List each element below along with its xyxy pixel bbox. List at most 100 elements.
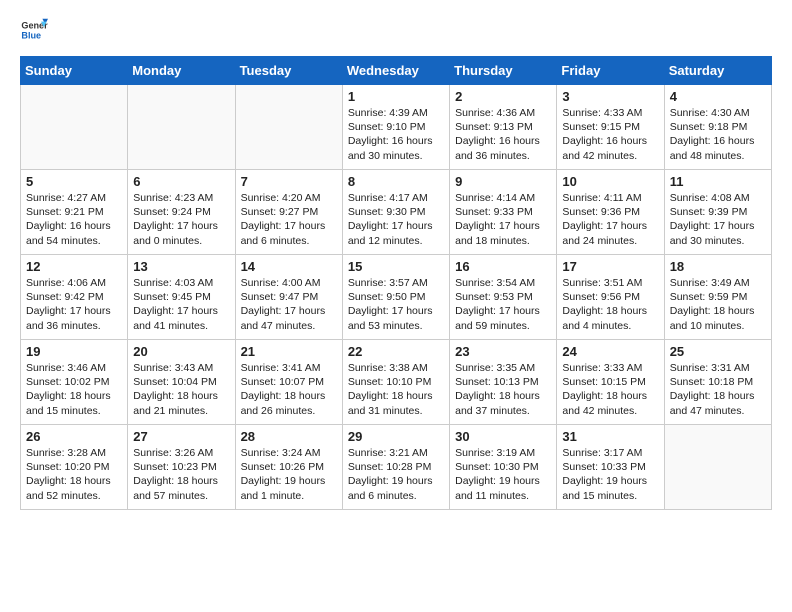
cell-info-line: Daylight: 17 hours: [455, 220, 540, 232]
calendar-cell: 26Sunrise: 3:28 AMSunset: 10:20 PMDaylig…: [21, 425, 128, 510]
cell-info-line: Sunset: 9:10 PM: [348, 121, 426, 133]
cell-info-line: and 59 minutes.: [455, 320, 530, 332]
day-number: 20: [133, 344, 229, 359]
cell-info-line: Daylight: 18 hours: [26, 390, 111, 402]
calendar-cell: [21, 85, 128, 170]
cell-info-line: and 57 minutes.: [133, 490, 208, 502]
cell-info-line: and 1 minute.: [241, 490, 305, 502]
day-number: 2: [455, 89, 551, 104]
cell-info-line: Daylight: 18 hours: [670, 390, 755, 402]
header: General Blue: [20, 16, 772, 44]
cell-info-line: and 36 minutes.: [455, 150, 530, 162]
cell-info-line: Sunset: 9:13 PM: [455, 121, 533, 133]
cell-info-line: Sunrise: 3:51 AM: [562, 277, 642, 289]
cell-content: Sunrise: 3:33 AMSunset: 10:15 PMDaylight…: [562, 361, 658, 418]
cell-info-line: Daylight: 19 hours: [241, 475, 326, 487]
calendar-cell: 2Sunrise: 4:36 AMSunset: 9:13 PMDaylight…: [450, 85, 557, 170]
cell-info-line: Daylight: 18 hours: [348, 390, 433, 402]
day-number: 18: [670, 259, 766, 274]
cell-info-line: Sunset: 9:33 PM: [455, 206, 533, 218]
cell-info-line: and 30 minutes.: [670, 235, 745, 247]
calendar-cell: 14 Sunrise: 4:00 AMSunset: 9:47 PMDayligh…: [235, 255, 342, 340]
cell-content: Sunrise: 3:38 AM Sunset: 10:10 PM Daylight…: [348, 361, 444, 418]
day-number: 14: [241, 259, 337, 274]
cell-info-line: Sunset: 9:56 PM: [562, 291, 640, 303]
calendar-cell: 11Sunrise: 4:08 AMSunset: 9:39 PMDayligh…: [664, 170, 771, 255]
cell-content: Sunrise: 4:06 AMSunset: 9:42 PMDaylight:…: [26, 276, 122, 333]
cell-content: Sunrise: 4:14 AMSunset: 9:33 PMDaylight:…: [455, 191, 551, 248]
cell-content: Sunrise: 3:41 AMSunset: 10:07 PMDaylight…: [241, 361, 337, 418]
cell-info-line: Daylight: 18 hours: [670, 305, 755, 317]
cell-info-line: Sunset: 9:53 PM: [455, 291, 533, 303]
cell-info-line: Daylight: 19 hours: [455, 475, 540, 487]
cell-info-line: Daylight: 18 hours: [562, 390, 647, 402]
cell-info-line: Sunrise: 3:57 AM: [348, 277, 428, 289]
calendar-cell: 17Sunrise: 3:51 AMSunset: 9:56 PMDayligh…: [557, 255, 664, 340]
day-number: 29: [348, 429, 444, 444]
cell-info-line: Sunset: 10:10 PM: [348, 376, 431, 388]
cell-content: Sunrise: 4:00 AMSunset: 9:47 PMDaylight:…: [241, 276, 337, 333]
cell-content: Sunrise: 4:33 AMSunset: 9:15 PMDaylight:…: [562, 106, 658, 163]
cell-content: Sunrise: 4:20 AMSunset: 9:27 PMDaylight:…: [241, 191, 337, 248]
day-number: 10: [562, 174, 658, 189]
calendar-week-5: 26Sunrise: 3:28 AMSunset: 10:20 PMDaylig…: [21, 425, 772, 510]
day-number: 27: [133, 429, 229, 444]
calendar-cell: [128, 85, 235, 170]
day-number: 7: [241, 174, 337, 189]
day-number: 15: [348, 259, 444, 274]
cell-info-line: Daylight: 17 hours: [241, 220, 326, 232]
cell-content: Sunrise: 4:17 AMSunset: 9:30 PMDaylight:…: [348, 191, 444, 248]
cell-content: Sunrise: 3:51 AMSunset: 9:56 PMDaylight:…: [562, 276, 658, 333]
cell-info-line: Daylight: 17 hours: [670, 220, 755, 232]
cell-info-line: Sunrise: 3:49 AM: [670, 277, 750, 289]
col-tuesday: Tuesday: [235, 57, 342, 85]
day-number: 25: [670, 344, 766, 359]
day-number: 19: [26, 344, 122, 359]
calendar-cell: 27Sunrise: 3:26 AMSunset: 10:23 PMDaylig…: [128, 425, 235, 510]
calendar-cell: 13Sunrise: 4:03 AMSunset: 9:45 PMDayligh…: [128, 255, 235, 340]
cell-info-line: Sunrise: 4:23 AM: [133, 192, 213, 204]
cell-info-line: Sunrise: 4:20 AM: [241, 192, 321, 204]
cell-info-line: Daylight: 18 hours: [133, 390, 218, 402]
cell-info-line: Sunset: 10:18 PM: [670, 376, 753, 388]
cell-info-line: Daylight: 18 hours: [26, 475, 111, 487]
cell-info-line: Sunset: 10:07 PM: [241, 376, 324, 388]
cell-info-line: Sunrise: 3:46 AM: [26, 362, 106, 374]
cell-content: Sunrise: 4:03 AMSunset: 9:45 PMDaylight:…: [133, 276, 229, 333]
calendar-cell: 7 Sunrise: 4:20 AMSunset: 9:27 PMDaylight…: [235, 170, 342, 255]
cell-info-line: Daylight: 17 hours: [26, 305, 111, 317]
cell-info-line: Daylight: 17 hours: [133, 220, 218, 232]
cell-content: Sunrise: 4:11 AMSunset: 9:36 PMDaylight:…: [562, 191, 658, 248]
cell-info-line: Sunset: 10:13 PM: [455, 376, 538, 388]
day-number: 3: [562, 89, 658, 104]
cell-info-line: Sunset: 9:18 PM: [670, 121, 748, 133]
cell-content: Sunrise: 4:36 AMSunset: 9:13 PMDaylight:…: [455, 106, 551, 163]
cell-info-line: and 18 minutes.: [455, 235, 530, 247]
day-number: 28: [241, 429, 337, 444]
calendar-cell: 25Sunrise: 3:31 AMSunset: 10:18 PMDaylig…: [664, 340, 771, 425]
calendar-cell: 19Sunrise: 3:46 AMSunset: 10:02 PMDaylig…: [21, 340, 128, 425]
day-number: 5: [26, 174, 122, 189]
calendar-cell: 15 Sunrise: 3:57 AMSunset: 9:50 PMDayligh…: [342, 255, 449, 340]
cell-info-line: Sunrise: 4:06 AM: [26, 277, 106, 289]
cell-info-line: Daylight: 17 hours: [133, 305, 218, 317]
cell-info-line: and 47 minutes.: [670, 405, 745, 417]
calendar-week-1: 1Sunrise: 4:39 AMSunset: 9:10 PMDaylight…: [21, 85, 772, 170]
calendar-cell: 28Sunrise: 3:24 AMSunset: 10:26 PMDaylig…: [235, 425, 342, 510]
calendar-cell: 12Sunrise: 4:06 AMSunset: 9:42 PMDayligh…: [21, 255, 128, 340]
col-friday: Friday: [557, 57, 664, 85]
cell-info-line: Sunset: 9:24 PM: [133, 206, 211, 218]
calendar-cell: 23Sunrise: 3:35 AMSunset: 10:13 PMDaylig…: [450, 340, 557, 425]
cell-info-line: Sunset: 10:26 PM: [241, 461, 324, 473]
cell-info-line: Daylight: 16 hours: [670, 135, 755, 147]
cell-info-line: Sunrise: 3:38 AM: [348, 362, 428, 374]
cell-content: Sunrise: 3:57 AMSunset: 9:50 PMDaylight:…: [348, 276, 444, 333]
cell-info-line: and 54 minutes.: [26, 235, 101, 247]
calendar-cell: [235, 85, 342, 170]
cell-info-line: Sunrise: 4:36 AM: [455, 107, 535, 119]
cell-info-line: and 30 minutes.: [348, 150, 423, 162]
cell-info-line: Daylight: 18 hours: [133, 475, 218, 487]
day-number: 24: [562, 344, 658, 359]
cell-content: Sunrise: 3:28 AMSunset: 10:20 PMDaylight…: [26, 446, 122, 503]
cell-content: Sunrise: 3:35 AMSunset: 10:13 PMDaylight…: [455, 361, 551, 418]
